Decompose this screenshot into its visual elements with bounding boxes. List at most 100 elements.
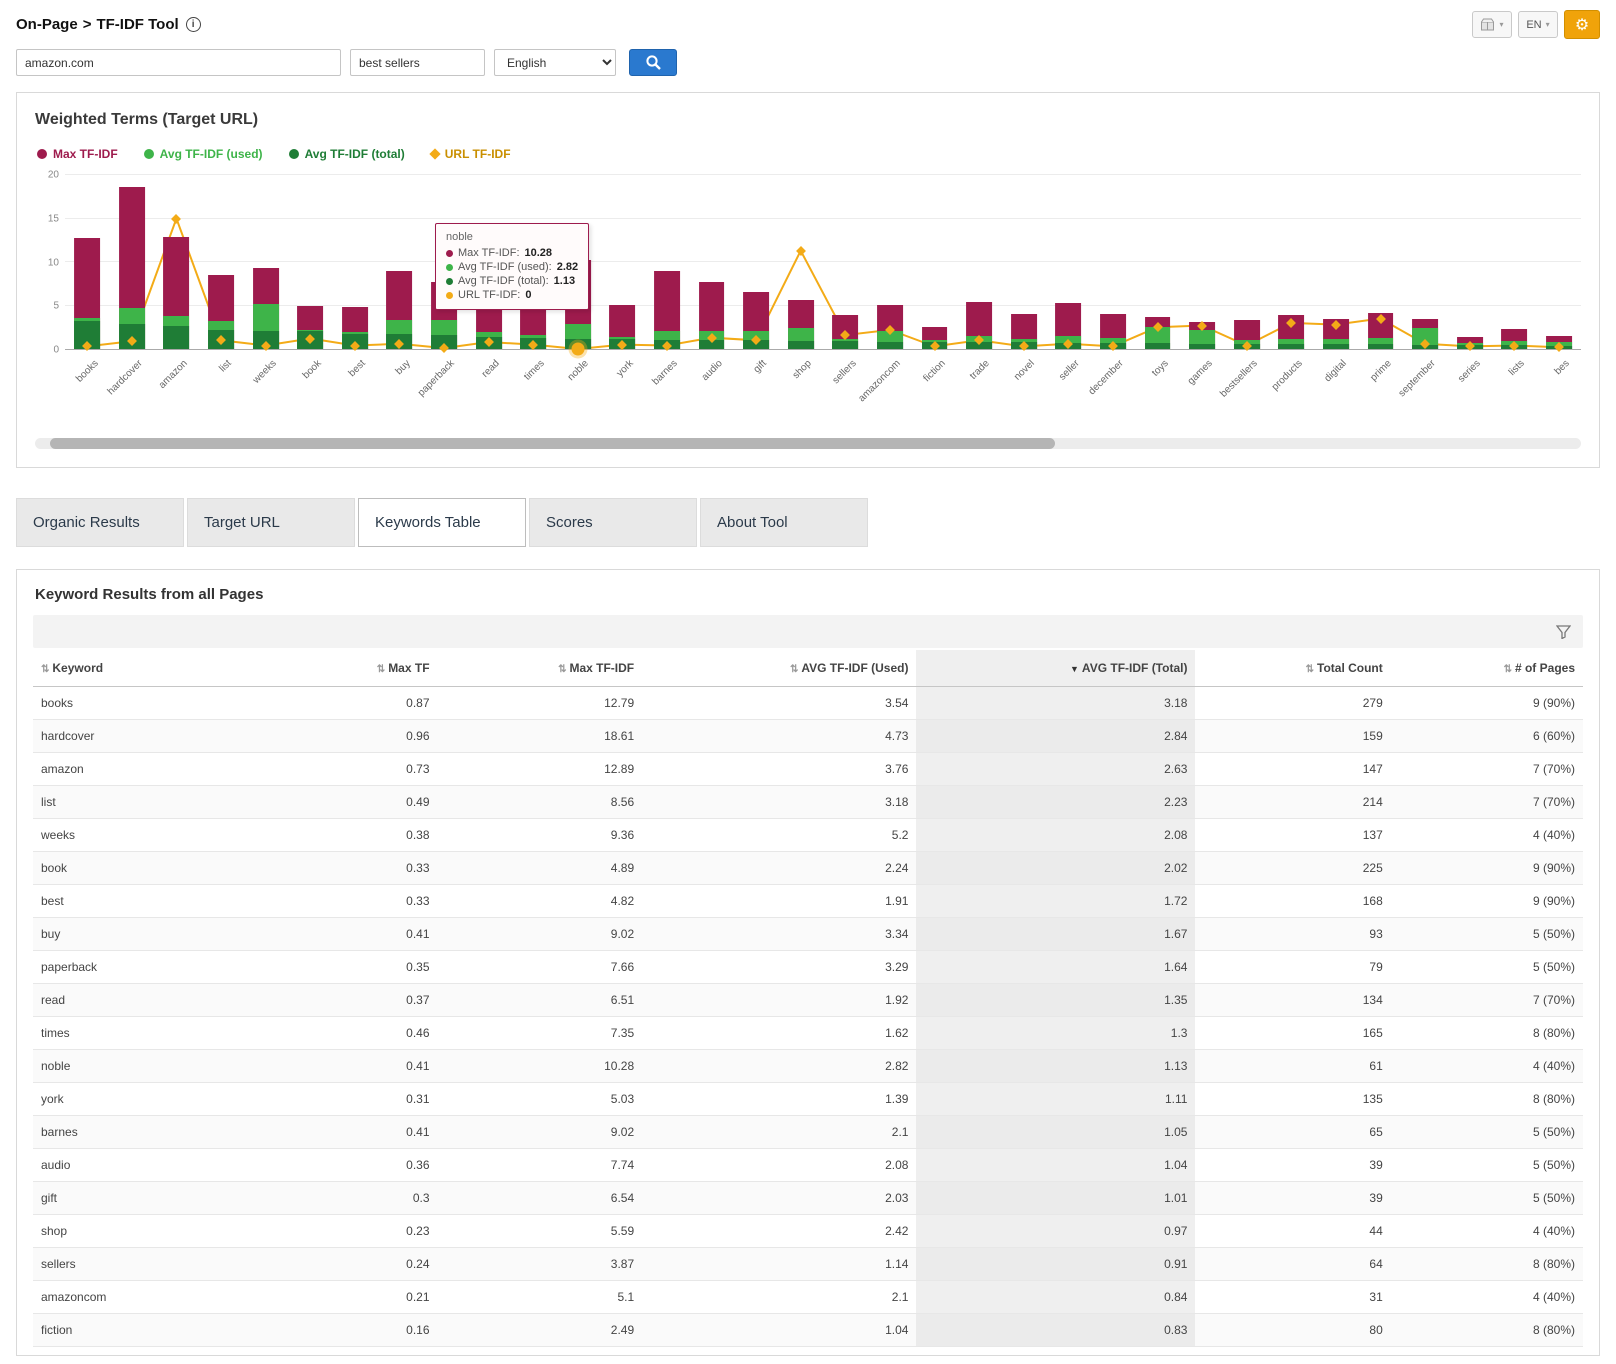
table-row[interactable]: shop0.235.592.420.97444 (40%) (33, 1215, 1583, 1248)
col-header-num-pages[interactable]: ⇅# of Pages (1391, 650, 1583, 687)
search-button[interactable] (629, 49, 677, 76)
table-row[interactable]: noble0.4110.282.821.13614 (40%) (33, 1050, 1583, 1083)
table-row[interactable]: read0.376.511.921.351347 (70%) (33, 984, 1583, 1017)
value-cell: 0.96 (256, 720, 437, 753)
tab-scores[interactable]: Scores (529, 498, 697, 547)
value-cell: 0.31 (256, 1083, 437, 1116)
value-cell: 0.16 (256, 1314, 437, 1347)
x-tick-label: list (218, 358, 234, 374)
table-row[interactable]: hardcover0.9618.614.732.841596 (60%) (33, 720, 1583, 753)
target-url-input[interactable] (16, 49, 341, 76)
chart-scrollbar-track[interactable] (35, 438, 1581, 449)
total-tfidf-bar[interactable] (877, 342, 903, 349)
total-tfidf-bar[interactable] (1368, 344, 1394, 349)
legend-label: URL TF-IDF (445, 147, 511, 161)
keyword-cell: york (33, 1083, 256, 1116)
table-row[interactable]: barnes0.419.022.11.05655 (50%) (33, 1116, 1583, 1149)
value-cell: 2.49 (438, 1314, 643, 1347)
value-cell: 279 (1195, 687, 1390, 720)
total-tfidf-bar[interactable] (1323, 344, 1349, 349)
col-header-avg-tfidf-total[interactable]: ▼AVG TF-IDF (Total) (916, 650, 1195, 687)
value-cell: 9 (90%) (1391, 885, 1583, 918)
page: On-Page > TF-IDF Tool i ▾ EN ▾ ⚙ (0, 0, 1616, 1356)
col-header-keyword[interactable]: ⇅Keyword (33, 650, 256, 687)
x-tick-label: prime (1368, 358, 1393, 383)
total-tfidf-bar[interactable] (1278, 344, 1304, 349)
value-cell: 0.83 (916, 1314, 1195, 1347)
total-tfidf-bar[interactable] (788, 341, 814, 349)
language-dropdown-button[interactable]: EN ▾ (1518, 11, 1558, 38)
keyword-cell: hardcover (33, 720, 256, 753)
value-cell: 5 (50%) (1391, 1149, 1583, 1182)
tab-organic-results[interactable]: Organic Results (16, 498, 184, 547)
value-cell: 5.1 (438, 1281, 643, 1314)
language-select[interactable]: English (494, 49, 616, 76)
tab-target-url[interactable]: Target URL (187, 498, 355, 547)
filter-icon[interactable] (1556, 625, 1571, 639)
chart-scrollbar-thumb[interactable] (50, 438, 1055, 449)
value-cell: 2.03 (642, 1182, 916, 1215)
tab-keywords-table[interactable]: Keywords Table (358, 498, 526, 547)
keyword-cell: noble (33, 1050, 256, 1083)
value-cell: 1.04 (916, 1149, 1195, 1182)
col-header-max-tfidf[interactable]: ⇅Max TF-IDF (438, 650, 643, 687)
col-header-avg-tfidf-used[interactable]: ⇅AVG TF-IDF (Used) (642, 650, 916, 687)
value-cell: 0.36 (256, 1149, 437, 1182)
legend-item[interactable]: Max TF-IDF (37, 147, 118, 161)
legend-item[interactable]: Avg TF-IDF (used) (144, 147, 263, 161)
total-tfidf-bar[interactable] (164, 326, 190, 349)
x-tick-label: series (1456, 358, 1483, 385)
chart: 05101520 noble Max TF-IDF: 10.28Avg TF-I… (35, 175, 1581, 430)
value-cell: 1.64 (916, 951, 1195, 984)
table-row[interactable]: fiction0.162.491.040.83808 (80%) (33, 1314, 1583, 1347)
table-row[interactable]: list0.498.563.182.232147 (70%) (33, 786, 1583, 819)
x-tick-label: paperback (416, 358, 457, 399)
table-row[interactable]: sellers0.243.871.140.91648 (80%) (33, 1248, 1583, 1281)
table-row[interactable]: books0.8712.793.543.182799 (90%) (33, 687, 1583, 720)
total-tfidf-bar[interactable] (1189, 344, 1215, 349)
top-right-controls: ▾ EN ▾ ⚙ (1472, 10, 1600, 39)
value-cell: 6.51 (438, 984, 643, 1017)
table-header-row: ⇅Keyword ⇅Max TF ⇅Max TF-IDF ⇅AVG TF-IDF… (33, 650, 1583, 687)
tooltip-series-dot (446, 264, 453, 271)
info-icon[interactable]: i (186, 17, 201, 32)
value-cell: 4 (40%) (1391, 819, 1583, 852)
table-row[interactable]: paperback0.357.663.291.64795 (50%) (33, 951, 1583, 984)
col-header-max-tf[interactable]: ⇅Max TF (256, 650, 437, 687)
x-tick-label: hardcover (106, 358, 145, 397)
keyword-input[interactable] (350, 49, 485, 76)
value-cell: 134 (1195, 984, 1390, 1017)
table-row[interactable]: amazoncom0.215.12.10.84314 (40%) (33, 1281, 1583, 1314)
tab-about-tool[interactable]: About Tool (700, 498, 868, 547)
url-point-marker[interactable] (571, 343, 584, 356)
value-cell: 5 (50%) (1391, 951, 1583, 984)
x-labels: bookshardcoveramazonlistweeksbookbestbuy… (65, 350, 1581, 430)
total-tfidf-bar[interactable] (1145, 343, 1171, 349)
chart-legend: Max TF-IDF Avg TF-IDF (used) Avg TF-IDF (t… (37, 147, 1581, 161)
value-cell: 2.23 (916, 786, 1195, 819)
settings-button[interactable]: ⚙ (1564, 10, 1600, 39)
table-row[interactable]: book0.334.892.242.022259 (90%) (33, 852, 1583, 885)
y-tick-label: 10 (48, 257, 59, 268)
legend-item[interactable]: Avg TF-IDF (total) (289, 147, 405, 161)
value-cell: 80 (1195, 1314, 1390, 1347)
package-dropdown-button[interactable]: ▾ (1472, 11, 1512, 38)
col-header-total-count[interactable]: ⇅Total Count (1195, 650, 1390, 687)
table-row[interactable]: audio0.367.742.081.04395 (50%) (33, 1149, 1583, 1182)
table-row[interactable]: gift0.36.542.031.01395 (50%) (33, 1182, 1583, 1215)
legend-item[interactable]: URL TF-IDF (431, 147, 511, 161)
keyword-cell: audio (33, 1149, 256, 1182)
table-row[interactable]: weeks0.389.365.22.081374 (40%) (33, 819, 1583, 852)
value-cell: 12.79 (438, 687, 643, 720)
table-row[interactable]: times0.467.351.621.31658 (80%) (33, 1017, 1583, 1050)
table-row[interactable]: buy0.419.023.341.67935 (50%) (33, 918, 1583, 951)
table-row[interactable]: best0.334.821.911.721689 (90%) (33, 885, 1583, 918)
table-row[interactable]: amazon0.7312.893.762.631477 (70%) (33, 753, 1583, 786)
value-cell: 0.91 (916, 1248, 1195, 1281)
value-cell: 10.28 (438, 1050, 643, 1083)
value-cell: 1.62 (642, 1017, 916, 1050)
table-row[interactable]: york0.315.031.391.111358 (80%) (33, 1083, 1583, 1116)
value-cell: 147 (1195, 753, 1390, 786)
total-tfidf-bar[interactable] (832, 341, 858, 349)
value-cell: 1.14 (642, 1248, 916, 1281)
